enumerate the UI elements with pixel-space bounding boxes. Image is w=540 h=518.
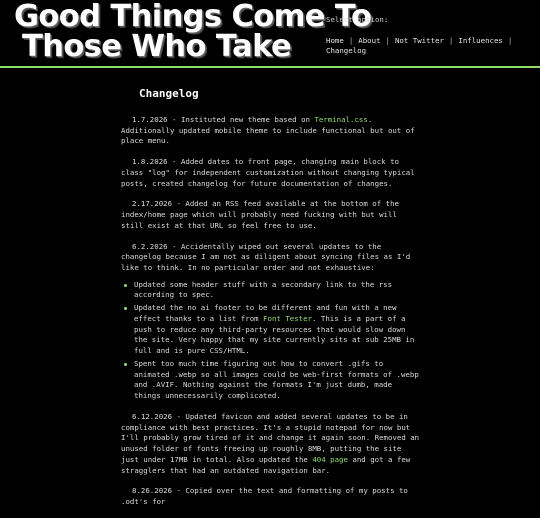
changelog-entry: 1.7.2026 - Instituted new theme based on…: [121, 115, 423, 147]
nav-select-label: Select option:: [326, 15, 389, 24]
font-tester-link[interactable]: Font Tester: [263, 314, 312, 323]
list-item: Spent too much time figuring out how to …: [121, 359, 423, 402]
nav-separator: |: [348, 35, 354, 45]
changelog-entry: 8.26.2026 - Copied over the text and for…: [121, 486, 408, 506]
nav-separator: |: [507, 35, 513, 45]
changelog-entry: 6.12.2026 - Updated favicon and added se…: [121, 412, 423, 476]
nav-changelog[interactable]: Changelog: [326, 46, 366, 55]
nav-separator: |: [385, 35, 390, 45]
logo-line-2: Those Who Take: [22, 29, 292, 64]
nav-not-twitter[interactable]: Not Twitter: [395, 36, 444, 45]
changelog-content: Changelog 1.7.2026 - Instituted new them…: [121, 86, 423, 518]
nav-separator: |: [448, 35, 454, 45]
nav-influences[interactable]: Influences: [458, 36, 503, 45]
list-item: Updated some header stuff with a seconda…: [121, 280, 423, 301]
changelog-entry: 2.17.2026 - Added an RSS feed available …: [121, 199, 399, 230]
nav-about[interactable]: About: [358, 36, 380, 45]
404-page-link[interactable]: 404 page: [312, 455, 348, 464]
list-item: Updated the no ai footer to be different…: [121, 303, 423, 357]
entry-text: 1.7.2026 - Instituted new theme based on: [132, 114, 315, 124]
changelog-entry: 6.2.2026 - Accidentally wiped out severa…: [121, 241, 411, 273]
nav-home[interactable]: Home: [326, 36, 344, 45]
site-logo[interactable]: Good Things Come To Those Who Take: [14, 0, 372, 64]
site-header: Good Things Come To Those Who Take Selec…: [0, 0, 540, 68]
logo-line-1: Good Things Come To: [14, 0, 372, 34]
changelog-entry: 1.8.2026 - Added dates to front page, ch…: [121, 157, 415, 188]
terminal-css-link[interactable]: Terminal.css: [314, 115, 367, 124]
page-title: Changelog: [139, 87, 199, 100]
nav-menu: Select option: Home | About | Not Twitter | In…: [326, 15, 531, 57]
update-list: Updated some header stuff with a seconda…: [121, 280, 423, 402]
